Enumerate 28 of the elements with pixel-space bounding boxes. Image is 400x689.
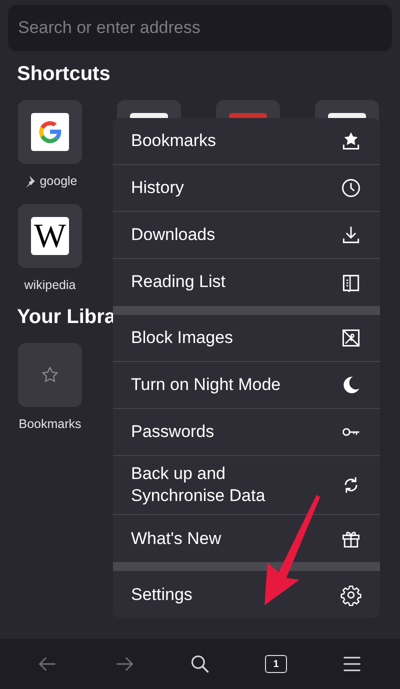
menu-item[interactable]: Settings: [113, 571, 380, 618]
menu-item[interactable]: Passwords: [113, 409, 380, 456]
shortcut-label: wikipedia: [24, 278, 76, 292]
settings-icon: [340, 584, 362, 606]
section-heading: Shortcuts: [17, 63, 110, 86]
search-icon[interactable]: [189, 653, 211, 675]
menu-item[interactable]: Downloads: [113, 212, 380, 259]
site-logo-icon: [31, 113, 69, 151]
site-logo: W: [31, 217, 69, 255]
menu-item[interactable]: Reading List: [113, 259, 380, 306]
shortcut-label: google: [40, 174, 78, 188]
library-label: Bookmarks: [18, 417, 82, 431]
library-tile[interactable]: [18, 343, 82, 407]
star-icon: [40, 365, 60, 385]
clock-icon: [340, 177, 362, 199]
search-field[interactable]: Search or enter address: [8, 5, 392, 51]
shortcut-tile[interactable]: W: [18, 204, 82, 268]
bookmark-star-icon: [340, 130, 362, 152]
section-heading: Your Libra: [17, 306, 116, 329]
menu-item[interactable]: Turn on Night Mode: [113, 362, 380, 409]
menu-item[interactable]: History: [113, 165, 380, 212]
download-icon: [340, 224, 362, 246]
menu-item[interactable]: Bookmarks: [113, 118, 380, 165]
menu-item[interactable]: Block Images: [113, 315, 380, 362]
tabs-button[interactable]: 1: [265, 655, 287, 673]
shortcut-tile[interactable]: [18, 100, 82, 164]
menu-item[interactable]: What's New: [113, 515, 380, 562]
image-off-icon: [340, 327, 362, 349]
